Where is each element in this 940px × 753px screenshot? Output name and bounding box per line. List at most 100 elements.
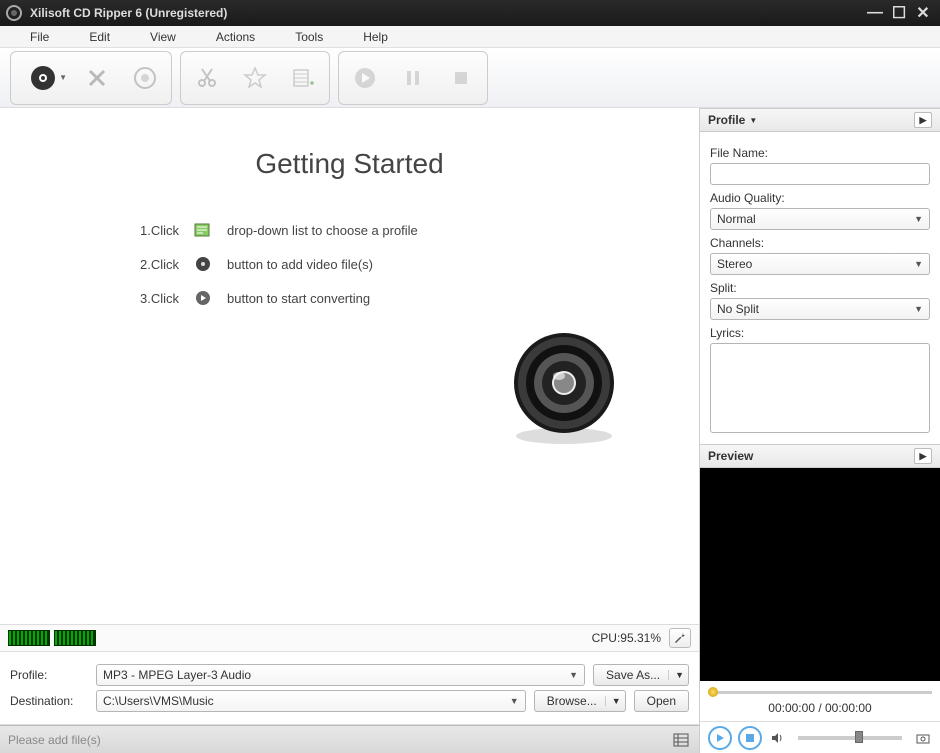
minimize-button[interactable]: — <box>864 4 886 22</box>
browse-label: Browse... <box>547 694 597 708</box>
add-file-icon <box>193 254 213 274</box>
save-as-button[interactable]: Save As... ▼ <box>593 664 689 686</box>
toolgroup-source: ▼ <box>10 51 172 105</box>
destination-label: Destination: <box>10 694 88 708</box>
preview-progress[interactable] <box>708 687 932 697</box>
toolbar: ▼ <box>0 48 940 108</box>
preview-video <box>700 468 940 681</box>
convert-icon <box>352 65 378 91</box>
channels-value: Stereo <box>717 257 752 271</box>
progress-thumb-icon[interactable] <box>708 687 718 697</box>
close-button[interactable]: ✕ <box>912 4 934 22</box>
step-text: button to add video file(s) <box>227 257 373 272</box>
add-clip-button[interactable] <box>281 56 325 100</box>
collapse-button[interactable]: ▶ <box>914 448 932 464</box>
collapse-button[interactable]: ▶ <box>914 112 932 128</box>
cpu-meter-2 <box>54 630 96 646</box>
chevron-down-icon: ▼ <box>569 670 578 680</box>
toolgroup-convert <box>338 51 488 105</box>
window-title: Xilisoft CD Ripper 6 (Unregistered) <box>30 6 227 20</box>
pause-button[interactable] <box>391 56 435 100</box>
volume-icon[interactable] <box>768 729 786 747</box>
menu-file[interactable]: File <box>10 28 69 46</box>
step-1: 1.Click drop-down list to choose a profi… <box>140 220 659 240</box>
wrench-icon <box>673 631 687 645</box>
browse-button[interactable]: Browse... ▼ <box>534 690 626 712</box>
list-view-button[interactable] <box>671 730 691 750</box>
snapshot-button[interactable] <box>914 729 932 747</box>
preview-stop-button[interactable] <box>738 726 762 750</box>
title-bar: Xilisoft CD Ripper 6 (Unregistered) — ☐ … <box>0 0 940 26</box>
play-button[interactable] <box>708 726 732 750</box>
maximize-button[interactable]: ☐ <box>888 4 910 22</box>
status-footer: Please add file(s) <box>0 725 699 753</box>
step-text: drop-down list to choose a profile <box>227 223 418 238</box>
toolgroup-edit <box>180 51 330 105</box>
bottom-form: Profile: MP3 - MPEG Layer-3 Audio ▼ Save… <box>0 652 699 725</box>
menu-help[interactable]: Help <box>343 28 408 46</box>
camera-icon <box>916 731 930 745</box>
preview-panel-header[interactable]: Preview ▶ <box>700 444 940 468</box>
profile-panel-header[interactable]: Profile ▼ ▶ <box>700 108 940 132</box>
menu-bar: File Edit View Actions Tools Help <box>0 26 940 48</box>
cpu-value: CPU:95.31% <box>592 631 661 645</box>
menu-actions[interactable]: Actions <box>196 28 275 46</box>
chevron-down-icon: ▼ <box>914 214 923 224</box>
step-number: 3.Click <box>140 291 179 306</box>
menu-tools[interactable]: Tools <box>275 28 343 46</box>
settings-button[interactable] <box>669 628 691 648</box>
status-placeholder: Please add file(s) <box>8 733 671 747</box>
destination-combo[interactable]: C:\Users\VMS\Music ▼ <box>96 690 526 712</box>
effects-button[interactable] <box>233 56 277 100</box>
getting-started-heading: Getting Started <box>40 148 659 180</box>
cpu-meter-1 <box>8 630 50 646</box>
play-icon <box>715 733 725 743</box>
menu-edit[interactable]: Edit <box>69 28 130 46</box>
step-3: 3.Click button to start converting <box>140 288 659 308</box>
scissors-icon <box>194 65 220 91</box>
globe-icon <box>132 65 158 91</box>
profile-value: MP3 - MPEG Layer-3 Audio <box>103 668 251 682</box>
profile-combo[interactable]: MP3 - MPEG Layer-3 Audio ▼ <box>96 664 585 686</box>
star-icon <box>242 65 268 91</box>
channels-label: Channels: <box>710 236 930 250</box>
step-2: 2.Click button to add video file(s) <box>140 254 659 274</box>
step-number: 2.Click <box>140 257 179 272</box>
stop-icon <box>450 67 472 89</box>
list-icon <box>673 732 689 748</box>
filename-label: File Name: <box>710 146 930 160</box>
delete-button[interactable] <box>75 56 119 100</box>
main-content: Getting Started 1.Click drop-down list t… <box>0 108 699 624</box>
chevron-down-icon: ▼ <box>668 670 684 680</box>
start-convert-icon <box>193 288 213 308</box>
filename-input[interactable] <box>710 163 930 185</box>
channels-combo[interactable]: Stereo ▼ <box>710 253 930 275</box>
chevron-down-icon: ▼ <box>914 259 923 269</box>
stop-button[interactable] <box>439 56 483 100</box>
add-disc-button[interactable]: ▼ <box>15 56 71 100</box>
volume-thumb[interactable] <box>855 731 863 743</box>
menu-view[interactable]: View <box>130 28 196 46</box>
cpu-bar: CPU:95.31% <box>0 624 699 652</box>
open-label: Open <box>647 694 676 708</box>
cut-button[interactable] <box>185 56 229 100</box>
open-button[interactable]: Open <box>634 690 689 712</box>
film-plus-icon <box>290 65 316 91</box>
x-icon <box>85 66 109 90</box>
profile-header-label: Profile <box>708 113 745 127</box>
stop-icon <box>746 734 754 742</box>
volume-slider[interactable] <box>798 736 902 740</box>
lyrics-label: Lyrics: <box>710 326 930 340</box>
split-value: No Split <box>717 302 759 316</box>
speaker-image <box>509 328 619 451</box>
convert-button[interactable] <box>343 56 387 100</box>
chevron-down-icon: ▼ <box>914 304 923 314</box>
quality-label: Audio Quality: <box>710 191 930 205</box>
refresh-button[interactable] <box>123 56 167 100</box>
quality-combo[interactable]: Normal ▼ <box>710 208 930 230</box>
disc-icon <box>29 64 57 92</box>
lyrics-textarea[interactable] <box>710 343 930 433</box>
step-number: 1.Click <box>140 223 179 238</box>
preview-panel-body: 00:00:00 / 00:00:00 <box>700 468 940 753</box>
split-combo[interactable]: No Split ▼ <box>710 298 930 320</box>
